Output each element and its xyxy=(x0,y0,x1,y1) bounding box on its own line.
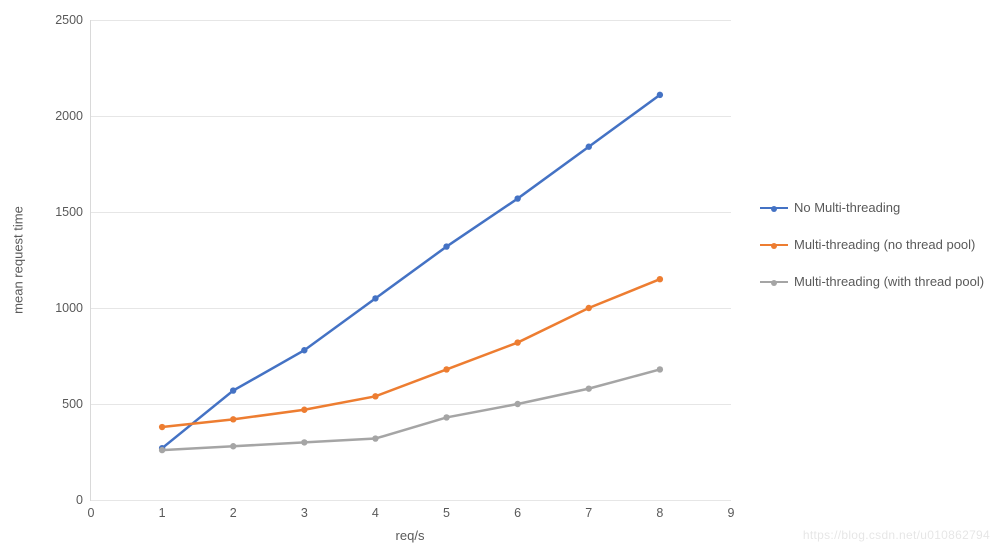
data-point xyxy=(372,393,378,399)
x-tick-label: 3 xyxy=(301,506,308,520)
data-point xyxy=(159,447,165,453)
watermark: https://blog.csdn.net/u010862794 xyxy=(803,528,990,542)
legend-swatch-icon xyxy=(760,207,788,209)
data-point xyxy=(230,387,236,393)
data-point xyxy=(586,305,592,311)
data-point xyxy=(230,443,236,449)
legend-label: No Multi-threading xyxy=(794,200,900,215)
series-line xyxy=(162,369,660,450)
y-tick-label: 1500 xyxy=(51,205,83,219)
series-line xyxy=(162,279,660,427)
y-tick-label: 2000 xyxy=(51,109,83,123)
data-point xyxy=(301,439,307,445)
data-point xyxy=(657,92,663,98)
legend-item: No Multi-threading xyxy=(760,200,984,215)
x-tick-label: 0 xyxy=(88,506,95,520)
x-tick-label: 2 xyxy=(230,506,237,520)
data-point xyxy=(514,339,520,345)
x-tick-label: 4 xyxy=(372,506,379,520)
data-point xyxy=(443,243,449,249)
y-axis-label: mean request time xyxy=(11,206,26,314)
x-tick-label: 1 xyxy=(159,506,166,520)
data-point xyxy=(301,347,307,353)
y-tick-label: 2500 xyxy=(51,13,83,27)
y-tick-label: 1000 xyxy=(51,301,83,315)
legend-swatch-icon xyxy=(760,281,788,283)
y-tick-label: 500 xyxy=(51,397,83,411)
data-point xyxy=(443,366,449,372)
plot-area: 0 500 1000 1500 2000 2500 0 1 2 3 4 5 6 … xyxy=(90,20,731,501)
series-line xyxy=(162,95,660,448)
x-tick-label: 6 xyxy=(514,506,521,520)
x-tick-label: 8 xyxy=(656,506,663,520)
chart-lines xyxy=(91,20,731,500)
data-point xyxy=(586,385,592,391)
legend-label: Multi-threading (with thread pool) xyxy=(794,274,984,289)
data-point xyxy=(657,276,663,282)
data-point xyxy=(372,295,378,301)
data-point xyxy=(657,366,663,372)
data-point xyxy=(514,195,520,201)
legend-swatch-icon xyxy=(760,244,788,246)
x-axis-label: req/s xyxy=(396,528,425,543)
data-point xyxy=(443,414,449,420)
legend-item: Multi-threading (with thread pool) xyxy=(760,274,984,289)
x-tick-label: 9 xyxy=(728,506,735,520)
x-tick-label: 5 xyxy=(443,506,450,520)
legend-item: Multi-threading (no thread pool) xyxy=(760,237,984,252)
y-tick-label: 0 xyxy=(51,493,83,507)
legend-label: Multi-threading (no thread pool) xyxy=(794,237,975,252)
data-point xyxy=(230,416,236,422)
data-point xyxy=(301,407,307,413)
data-point xyxy=(586,144,592,150)
gridline xyxy=(91,500,731,501)
legend: No Multi-threading Multi-threading (no t… xyxy=(760,200,984,311)
x-tick-label: 7 xyxy=(585,506,592,520)
data-point xyxy=(372,435,378,441)
data-point xyxy=(514,401,520,407)
chart-container: mean request time req/s 0 500 1000 1500 … xyxy=(0,0,1000,548)
data-point xyxy=(159,424,165,430)
